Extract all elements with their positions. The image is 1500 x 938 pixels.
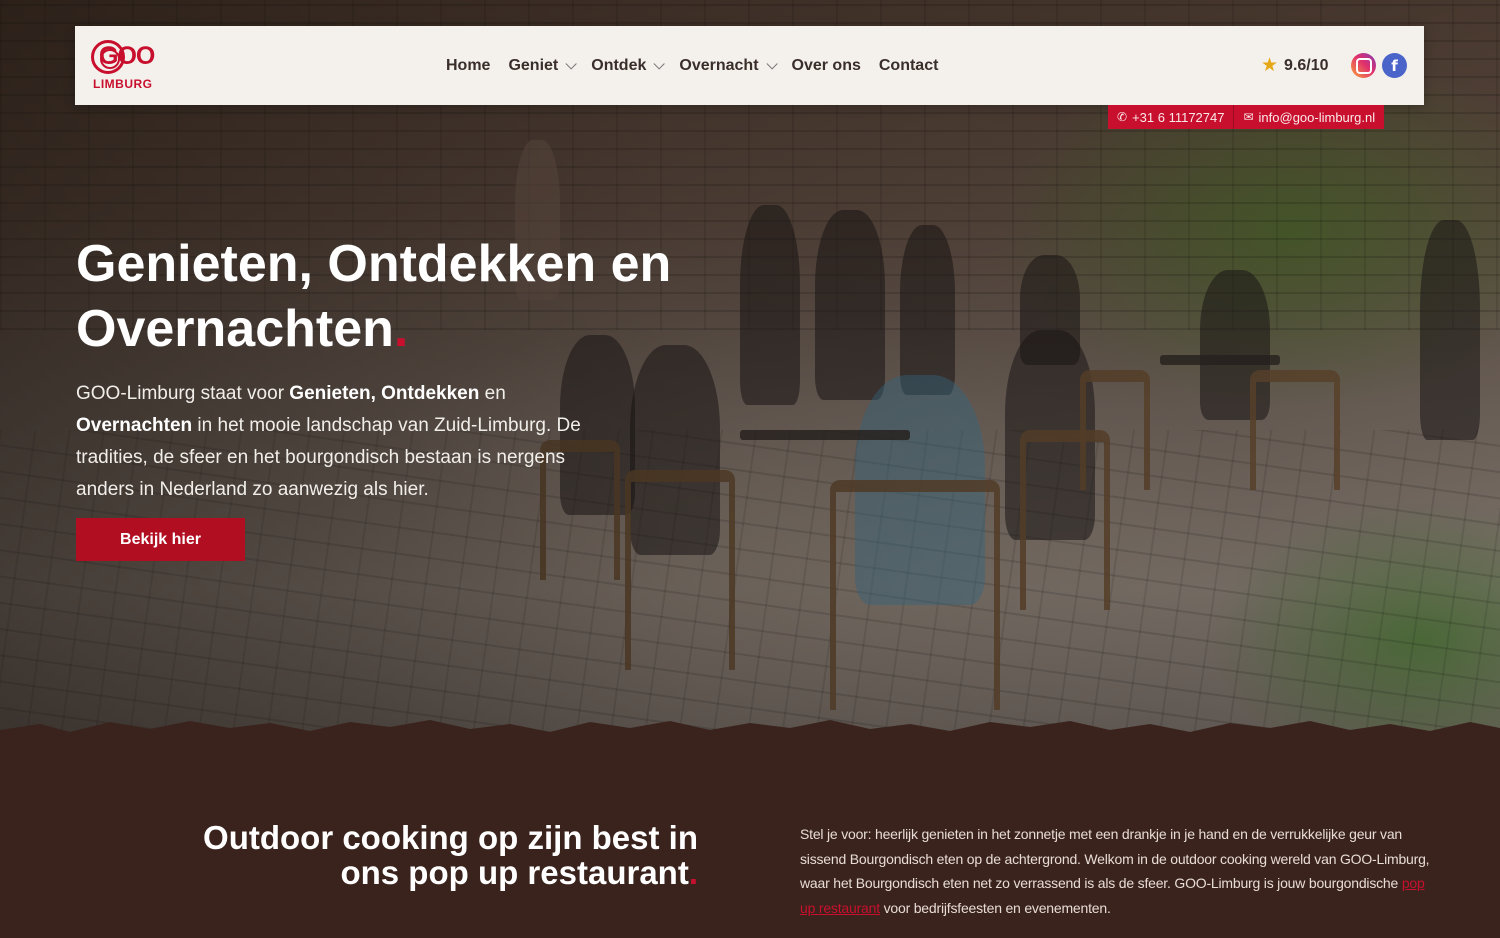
- hero-title: Genieten, Ontdekken en Overnachten.: [76, 232, 776, 362]
- facebook-glyph: f: [1391, 56, 1398, 75]
- email-address: info@goo-limburg.nl: [1258, 109, 1376, 125]
- hero-text-bold: Overnachten: [76, 415, 193, 436]
- section-text-after-link: voor bedrijfsfeesten en evenementen.: [879, 899, 1111, 916]
- logo-subtitle: LIMBURG: [93, 77, 153, 91]
- section-title: Outdoor cooking op zijn best in ons pop …: [150, 820, 698, 890]
- phone-link[interactable]: ✆ +31 6 11172747: [1108, 105, 1234, 129]
- facebook-icon[interactable]: f: [1382, 53, 1407, 78]
- nav-item-contact[interactable]: Contact: [879, 57, 939, 75]
- nav-item-home[interactable]: Home: [446, 57, 490, 75]
- hero-title-line2: Overnachten: [76, 300, 394, 358]
- section-description: Stel je voor: heerlijk genieten in het z…: [800, 822, 1430, 920]
- bekijk-hier-button[interactable]: Bekijk hier: [76, 518, 245, 561]
- nav-item-label: Over ons: [791, 56, 861, 74]
- logo-wordmark: GOO: [99, 42, 155, 70]
- phone-number: +31 6 11172747: [1132, 109, 1225, 125]
- phone-icon: ✆: [1117, 110, 1128, 124]
- nav-item-over-ons[interactable]: Over ons: [792, 57, 861, 75]
- chevron-down-icon: [653, 57, 666, 70]
- nav-item-label: Overnacht: [679, 56, 759, 74]
- title-accent-dot: .: [393, 300, 409, 358]
- nav-item-label: Ontdek: [591, 56, 647, 74]
- hero-title-line1: Genieten, Ontdekken en: [76, 235, 672, 293]
- outdoor-cooking-section: Outdoor cooking op zijn best in ons pop …: [0, 735, 1500, 938]
- chevron-down-icon: [565, 57, 578, 70]
- nav-item-label: Home: [446, 56, 491, 74]
- rating-value: 9.6/10: [1284, 56, 1329, 74]
- title-accent-dot: .: [688, 854, 698, 891]
- hero-text-intro: GOO-Limburg staat voor: [76, 383, 290, 404]
- nav-item-geniet[interactable]: Geniet: [508, 56, 578, 75]
- mail-icon: ✉: [1243, 110, 1254, 124]
- main-nav: Home Geniet Ontdek Overnacht Over ons Co…: [446, 26, 938, 105]
- nav-item-label: Geniet: [508, 56, 559, 74]
- email-link[interactable]: ✉ info@goo-limburg.nl: [1233, 105, 1385, 129]
- goo-limburg-logo[interactable]: GOO LIMBURG: [91, 40, 161, 92]
- chevron-down-icon: [765, 57, 778, 70]
- hero-text-en: en: [479, 383, 506, 404]
- contact-bar: ✆ +31 6 11172747 ✉ info@goo-limburg.nl: [1108, 105, 1385, 129]
- section-title-line2: ons pop up restaurant: [340, 854, 689, 891]
- hero-text-bold: Genieten, Ontdekken: [289, 383, 480, 404]
- rating-badge[interactable]: ★ 9.6/10: [1261, 26, 1329, 105]
- instagram-icon[interactable]: [1351, 53, 1376, 78]
- hero-description: GOO-Limburg staat voor Genieten, Ontdekk…: [76, 378, 616, 506]
- nav-item-label: Contact: [878, 56, 939, 74]
- site-header: GOO LIMBURG Home Geniet Ontdek Overnacht…: [75, 26, 1424, 105]
- section-title-line1: Outdoor cooking op zijn best in: [203, 819, 698, 856]
- star-icon: ★: [1261, 55, 1279, 76]
- section-text-before-link: Stel je voor: heerlijk genieten in het z…: [800, 826, 1430, 891]
- nav-item-overnacht[interactable]: Overnacht: [679, 56, 778, 75]
- nav-item-ontdek[interactable]: Ontdek: [591, 56, 666, 75]
